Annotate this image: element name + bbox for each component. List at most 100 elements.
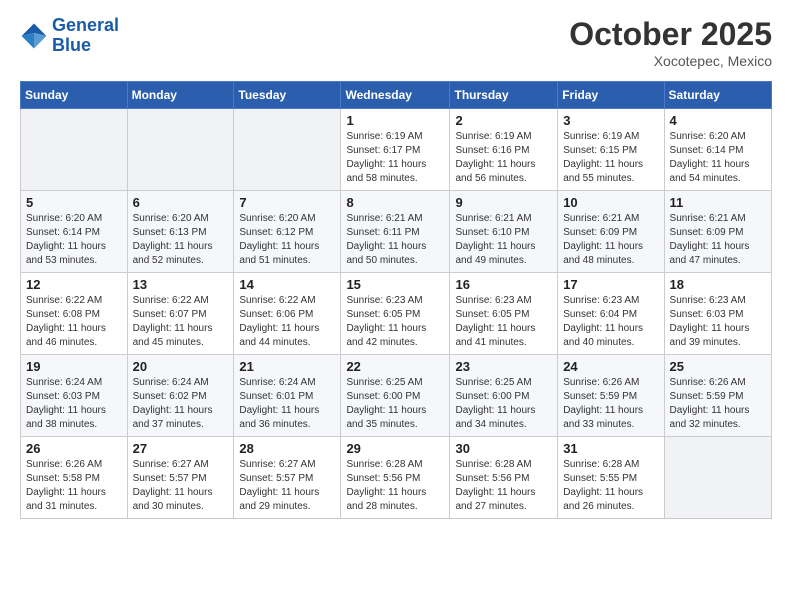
day-info: Sunrise: 6:22 AM Sunset: 6:08 PM Dayligh… [26, 294, 122, 350]
month-title: October 2025 [569, 16, 772, 53]
day-info: Sunrise: 6:21 AM Sunset: 6:10 PM Dayligh… [455, 212, 552, 268]
day-cell: 29Sunrise: 6:28 AM Sunset: 5:56 PM Dayli… [341, 437, 450, 519]
day-cell: 28 Sunrise: 6:27 AM Sunset: 5:57 PM Dayli… [234, 437, 341, 519]
logo-line2: Blue [52, 36, 119, 56]
title-block: October 2025 Xocotepec, Mexico [569, 16, 772, 69]
day-number: 11 [670, 195, 766, 210]
day-info: Sunrise: 6:22 AM Sunset: 6:07 PM Dayligh… [133, 294, 229, 350]
calendar-body: 1Sunrise: 6:19 AM Sunset: 6:17 PM Daylig… [21, 109, 772, 519]
day-cell: 7 Sunrise: 6:20 AM Sunset: 6:12 PM Daylig… [234, 191, 341, 273]
day-cell: 9 Sunrise: 6:21 AM Sunset: 6:10 PM Daylig… [450, 191, 558, 273]
day-number: 17 [563, 277, 658, 292]
day-cell: 19 Sunrise: 6:24 AM Sunset: 6:03 PM Dayli… [21, 355, 128, 437]
day-info: Sunrise: 6:25 AM Sunset: 6:00 PM Dayligh… [346, 376, 444, 432]
day-cell: 1Sunrise: 6:19 AM Sunset: 6:17 PM Daylig… [341, 109, 450, 191]
day-info: Sunrise: 6:27 AM Sunset: 5:57 PM Dayligh… [239, 458, 335, 514]
day-info: Sunrise: 6:23 AM Sunset: 6:05 PM Dayligh… [455, 294, 552, 350]
day-cell: 10 Sunrise: 6:21 AM Sunset: 6:09 PM Dayli… [558, 191, 664, 273]
day-cell: 25Sunrise: 6:26 AM Sunset: 5:59 PM Dayli… [664, 355, 771, 437]
day-info: Sunrise: 6:20 AM Sunset: 6:13 PM Dayligh… [133, 212, 229, 268]
day-number: 2 [455, 113, 552, 128]
day-info: Sunrise: 6:20 AM Sunset: 6:14 PM Dayligh… [670, 130, 766, 186]
day-cell: 12 Sunrise: 6:22 AM Sunset: 6:08 PM Dayli… [21, 273, 128, 355]
day-number: 7 [239, 195, 335, 210]
day-info: Sunrise: 6:22 AM Sunset: 6:06 PM Dayligh… [239, 294, 335, 350]
day-number: 19 [26, 359, 122, 374]
logo-text: General Blue [52, 16, 119, 56]
day-number: 5 [26, 195, 122, 210]
day-number: 20 [133, 359, 229, 374]
day-number: 10 [563, 195, 658, 210]
day-info: Sunrise: 6:21 AM Sunset: 6:11 PM Dayligh… [346, 212, 444, 268]
day-number: 30 [455, 441, 552, 456]
weekday-header-saturday: Saturday [664, 82, 771, 109]
day-info: Sunrise: 6:27 AM Sunset: 5:57 PM Dayligh… [133, 458, 229, 514]
day-cell [664, 437, 771, 519]
day-number: 12 [26, 277, 122, 292]
day-number: 24 [563, 359, 658, 374]
day-cell [21, 109, 128, 191]
day-number: 15 [346, 277, 444, 292]
day-number: 3 [563, 113, 658, 128]
week-row-3: 12 Sunrise: 6:22 AM Sunset: 6:08 PM Dayli… [21, 273, 772, 355]
day-number: 4 [670, 113, 766, 128]
day-cell: 18Sunrise: 6:23 AM Sunset: 6:03 PM Dayli… [664, 273, 771, 355]
day-info: Sunrise: 6:26 AM Sunset: 5:58 PM Dayligh… [26, 458, 122, 514]
day-number: 9 [455, 195, 552, 210]
day-info: Sunrise: 6:21 AM Sunset: 6:09 PM Dayligh… [563, 212, 658, 268]
day-number: 14 [239, 277, 335, 292]
day-cell: 26 Sunrise: 6:26 AM Sunset: 5:58 PM Dayli… [21, 437, 128, 519]
day-cell: 17 Sunrise: 6:23 AM Sunset: 6:04 PM Dayli… [558, 273, 664, 355]
day-info: Sunrise: 6:20 AM Sunset: 6:12 PM Dayligh… [239, 212, 335, 268]
day-cell: 23 Sunrise: 6:25 AM Sunset: 6:00 PM Dayli… [450, 355, 558, 437]
day-number: 26 [26, 441, 122, 456]
week-row-2: 5 Sunrise: 6:20 AM Sunset: 6:14 PM Daylig… [21, 191, 772, 273]
day-cell: 31 Sunrise: 6:28 AM Sunset: 5:55 PM Dayli… [558, 437, 664, 519]
week-row-4: 19 Sunrise: 6:24 AM Sunset: 6:03 PM Dayli… [21, 355, 772, 437]
weekday-header-sunday: Sunday [21, 82, 128, 109]
day-cell: 2Sunrise: 6:19 AM Sunset: 6:16 PM Daylig… [450, 109, 558, 191]
day-info: Sunrise: 6:19 AM Sunset: 6:15 PM Dayligh… [563, 130, 658, 186]
day-number: 23 [455, 359, 552, 374]
day-info: Sunrise: 6:24 AM Sunset: 6:03 PM Dayligh… [26, 376, 122, 432]
day-cell: 15Sunrise: 6:23 AM Sunset: 6:05 PM Dayli… [341, 273, 450, 355]
day-number: 6 [133, 195, 229, 210]
day-info: Sunrise: 6:21 AM Sunset: 6:09 PM Dayligh… [670, 212, 766, 268]
week-row-5: 26 Sunrise: 6:26 AM Sunset: 5:58 PM Dayli… [21, 437, 772, 519]
page: General Blue October 2025 Xocotepec, Mex… [0, 0, 792, 535]
day-cell: 30Sunrise: 6:28 AM Sunset: 5:56 PM Dayli… [450, 437, 558, 519]
weekday-header-thursday: Thursday [450, 82, 558, 109]
day-cell [127, 109, 234, 191]
day-number: 28 [239, 441, 335, 456]
day-info: Sunrise: 6:23 AM Sunset: 6:04 PM Dayligh… [563, 294, 658, 350]
day-cell: 6 Sunrise: 6:20 AM Sunset: 6:13 PM Daylig… [127, 191, 234, 273]
calendar-header: SundayMondayTuesdayWednesdayThursdayFrid… [21, 82, 772, 109]
logo: General Blue [20, 16, 119, 56]
day-cell: 5 Sunrise: 6:20 AM Sunset: 6:14 PM Daylig… [21, 191, 128, 273]
day-cell: 24 Sunrise: 6:26 AM Sunset: 5:59 PM Dayli… [558, 355, 664, 437]
day-number: 22 [346, 359, 444, 374]
day-info: Sunrise: 6:20 AM Sunset: 6:14 PM Dayligh… [26, 212, 122, 268]
day-number: 1 [346, 113, 444, 128]
day-info: Sunrise: 6:25 AM Sunset: 6:00 PM Dayligh… [455, 376, 552, 432]
day-info: Sunrise: 6:28 AM Sunset: 5:55 PM Dayligh… [563, 458, 658, 514]
day-cell: 8 Sunrise: 6:21 AM Sunset: 6:11 PM Daylig… [341, 191, 450, 273]
day-info: Sunrise: 6:24 AM Sunset: 6:01 PM Dayligh… [239, 376, 335, 432]
day-cell: 4 Sunrise: 6:20 AM Sunset: 6:14 PM Daylig… [664, 109, 771, 191]
day-number: 13 [133, 277, 229, 292]
weekday-header-tuesday: Tuesday [234, 82, 341, 109]
logo-icon [20, 22, 48, 50]
day-number: 31 [563, 441, 658, 456]
day-cell: 16 Sunrise: 6:23 AM Sunset: 6:05 PM Dayli… [450, 273, 558, 355]
day-number: 16 [455, 277, 552, 292]
location: Xocotepec, Mexico [569, 53, 772, 69]
day-info: Sunrise: 6:26 AM Sunset: 5:59 PM Dayligh… [563, 376, 658, 432]
day-info: Sunrise: 6:23 AM Sunset: 6:03 PM Dayligh… [670, 294, 766, 350]
day-info: Sunrise: 6:26 AM Sunset: 5:59 PM Dayligh… [670, 376, 766, 432]
day-number: 27 [133, 441, 229, 456]
day-number: 8 [346, 195, 444, 210]
day-cell [234, 109, 341, 191]
header: General Blue October 2025 Xocotepec, Mex… [20, 16, 772, 69]
weekday-header-friday: Friday [558, 82, 664, 109]
weekday-row: SundayMondayTuesdayWednesdayThursdayFrid… [21, 82, 772, 109]
